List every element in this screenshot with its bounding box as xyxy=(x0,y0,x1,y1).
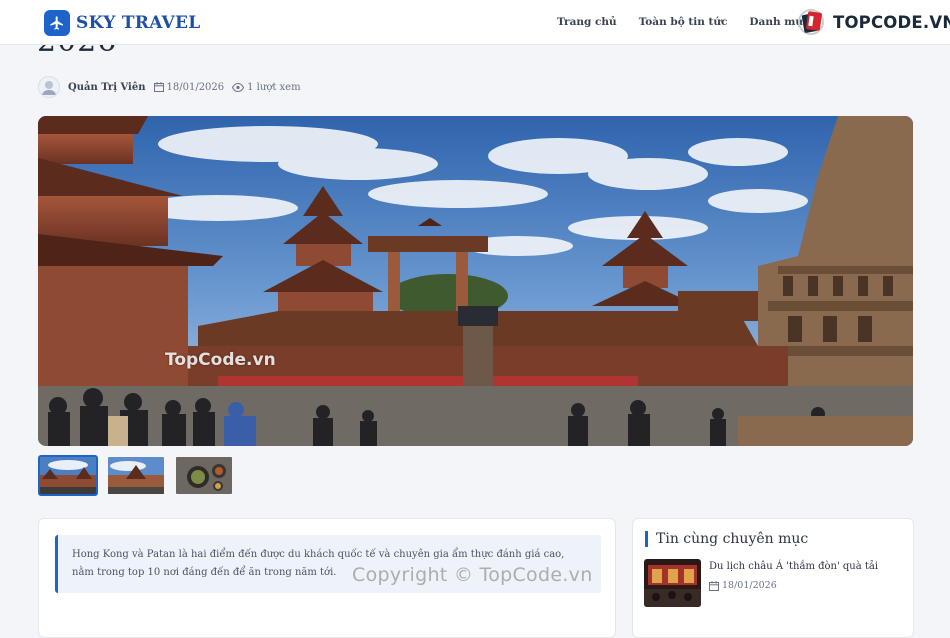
nav-item-home[interactable]: Trang chủ xyxy=(557,16,617,28)
calendar-icon xyxy=(153,82,164,92)
topcode-logo-text: TOPCODE.VN xyxy=(833,12,950,32)
author-name[interactable]: Quản Trị Viên xyxy=(68,82,146,93)
list-item[interactable]: Du lịch châu Á 'thắm đòn' quà tải 18/01/… xyxy=(644,559,878,607)
brand-logo[interactable]: SKY TRAVEL xyxy=(44,10,200,36)
calendar-icon xyxy=(709,580,719,591)
hero-image[interactable]: TopCode.vn xyxy=(38,116,913,446)
view-count: 1 lượt xem xyxy=(232,81,301,93)
copyright-watermark: Copyright © TopCode.vn xyxy=(352,564,593,586)
image-thumbnails xyxy=(38,455,234,496)
related-news-title: Tin cùng chuyên mục xyxy=(645,531,808,547)
eye-icon xyxy=(232,82,245,92)
nav-item-all-news[interactable]: Toàn bộ tin tức xyxy=(639,16,728,28)
thumbnail-3[interactable] xyxy=(174,455,234,496)
related-news-thumbnail[interactable] xyxy=(644,559,701,607)
related-news-link[interactable]: Du lịch châu Á 'thắm đòn' quà tải xyxy=(709,559,878,572)
article-meta: Quản Trị Viên 18/01/2026 1 lượt xem xyxy=(38,76,301,98)
related-news-date-text: 18/01/2026 xyxy=(722,580,777,591)
avatar xyxy=(38,76,60,98)
image-watermark: TopCode.vn xyxy=(165,350,276,370)
main-nav: Trang chủ Toàn bộ tin tức Danh mục xyxy=(557,16,819,28)
top-navbar: SKY TRAVEL Trang chủ Toàn bộ tin tức Dan… xyxy=(0,0,950,45)
view-count-text: 1 lượt xem xyxy=(247,81,301,93)
topcode-logo: TOPCODE.VN xyxy=(795,8,950,36)
thumbnail-2[interactable] xyxy=(106,455,166,496)
publish-date-text: 18/01/2026 xyxy=(166,81,225,93)
publish-date: 18/01/2026 xyxy=(153,81,225,93)
thumbnail-1[interactable] xyxy=(38,455,98,496)
related-news-date: 18/01/2026 xyxy=(709,580,878,591)
airplane-icon xyxy=(44,10,70,36)
topcode-logo-icon xyxy=(795,8,829,36)
brand-name: SKY TRAVEL xyxy=(76,13,201,33)
related-news-card: Tin cùng chuyên mục Du lịch châu Á 'thắm… xyxy=(632,518,914,638)
